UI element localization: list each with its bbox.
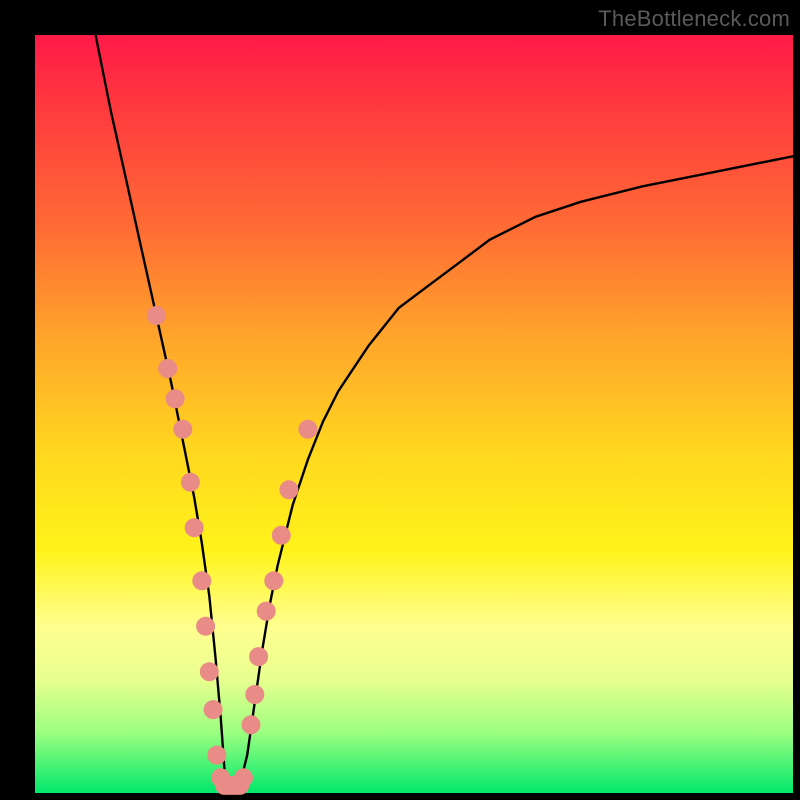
data-marker (185, 519, 203, 537)
data-marker (197, 617, 215, 635)
data-marker (242, 716, 260, 734)
data-marker (174, 420, 192, 438)
data-marker (299, 420, 317, 438)
data-marker (265, 572, 283, 590)
chart-frame: TheBottleneck.com (0, 0, 800, 800)
marker-group (147, 307, 317, 795)
data-marker (246, 686, 264, 704)
data-marker (250, 648, 268, 666)
data-marker (181, 473, 199, 491)
data-marker (166, 390, 184, 408)
data-marker (193, 572, 211, 590)
data-marker (200, 663, 218, 681)
chart-svg (35, 35, 793, 793)
data-marker (147, 307, 165, 325)
watermark-text: TheBottleneck.com (598, 6, 790, 32)
data-marker (257, 602, 275, 620)
data-marker (280, 481, 298, 499)
data-marker (208, 746, 226, 764)
data-marker (272, 526, 290, 544)
data-marker (159, 360, 177, 378)
data-marker (235, 769, 253, 787)
data-marker (204, 701, 222, 719)
